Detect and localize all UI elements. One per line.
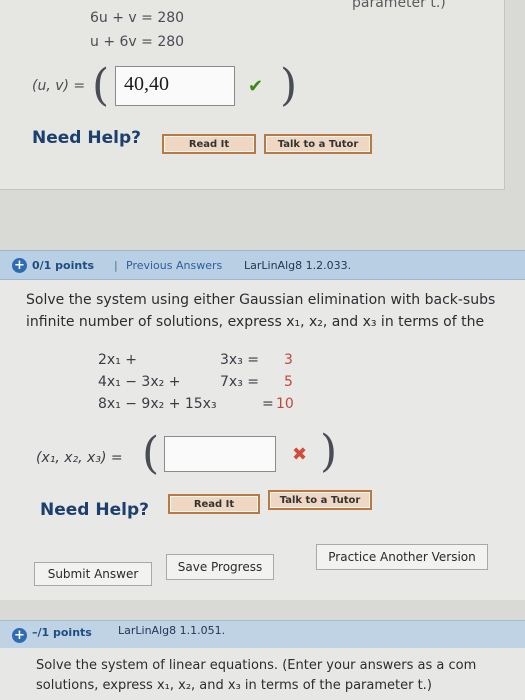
talk-to-tutor-button[interactable]: Talk to a Tutor — [264, 134, 372, 154]
practice-another-version-button[interactable]: Practice Another Version — [316, 544, 488, 570]
problem-code: LarLinAlg8 1.1.051. — [118, 624, 226, 637]
system-row-2-rhs: 5 — [284, 374, 293, 390]
close-paren: ) — [280, 60, 298, 111]
save-progress-button[interactable]: Save Progress — [166, 554, 274, 580]
prompt-line-2: infinite number of solutions, express x₁… — [26, 314, 485, 330]
system-row-3-right: = — [262, 396, 274, 412]
open-paren: ( — [142, 428, 160, 479]
system-row-1-rhs: 3 — [284, 352, 293, 368]
system-row-2-left: 4x₁ − 3x₂ + — [98, 374, 181, 390]
close-paren: ) — [320, 426, 338, 477]
equation-line-1: 6u + v = 280 — [90, 10, 185, 26]
expand-plus-icon[interactable]: + — [12, 628, 27, 643]
answer-input[interactable] — [164, 436, 276, 472]
answer-input[interactable]: 40,40 — [115, 66, 235, 106]
expand-plus-icon[interactable]: + — [12, 258, 27, 273]
cross-icon: ✖ — [292, 444, 308, 465]
problem-code: LarLinAlg8 1.2.033. — [244, 259, 352, 272]
cutoff-instruction-text: parameter t.) — [352, 0, 446, 11]
points-label: 0/1 points — [32, 259, 94, 272]
read-it-button[interactable]: Read It — [168, 494, 260, 514]
header-separator: | — [114, 259, 118, 272]
open-paren: ( — [92, 60, 110, 111]
system-row-1-left: 2x₁ + — [98, 352, 137, 368]
answer-label: (x₁, x₂, x₃) = — [36, 450, 123, 466]
system-row-3-rhs: 10 — [276, 396, 294, 412]
system-row-2-right: 7x₃ = — [220, 374, 259, 390]
points-label: –/1 points — [32, 626, 92, 639]
submit-answer-button[interactable]: Submit Answer — [34, 562, 152, 586]
prompt-line-1: Solve the system of linear equations. (E… — [36, 658, 477, 673]
read-it-button[interactable]: Read It — [162, 134, 256, 154]
check-icon: ✔ — [248, 76, 264, 97]
need-help-label: Need Help? — [40, 500, 149, 520]
equation-line-2: u + 6v = 280 — [90, 34, 185, 50]
talk-to-tutor-button[interactable]: Talk to a Tutor — [268, 490, 372, 510]
answer-label: (u, v) = — [32, 78, 86, 94]
previous-answers-link[interactable]: Previous Answers — [126, 259, 222, 272]
need-help-label: Need Help? — [32, 128, 141, 148]
system-row-3-left: 8x₁ − 9x₂ + 15x₃ — [98, 396, 217, 412]
prompt-line-2: solutions, express x₁, x₂, and x₃ in ter… — [36, 678, 432, 693]
system-row-1-right: 3x₃ = — [220, 352, 259, 368]
prompt-line-1: Solve the system using either Gaussian e… — [26, 292, 496, 308]
